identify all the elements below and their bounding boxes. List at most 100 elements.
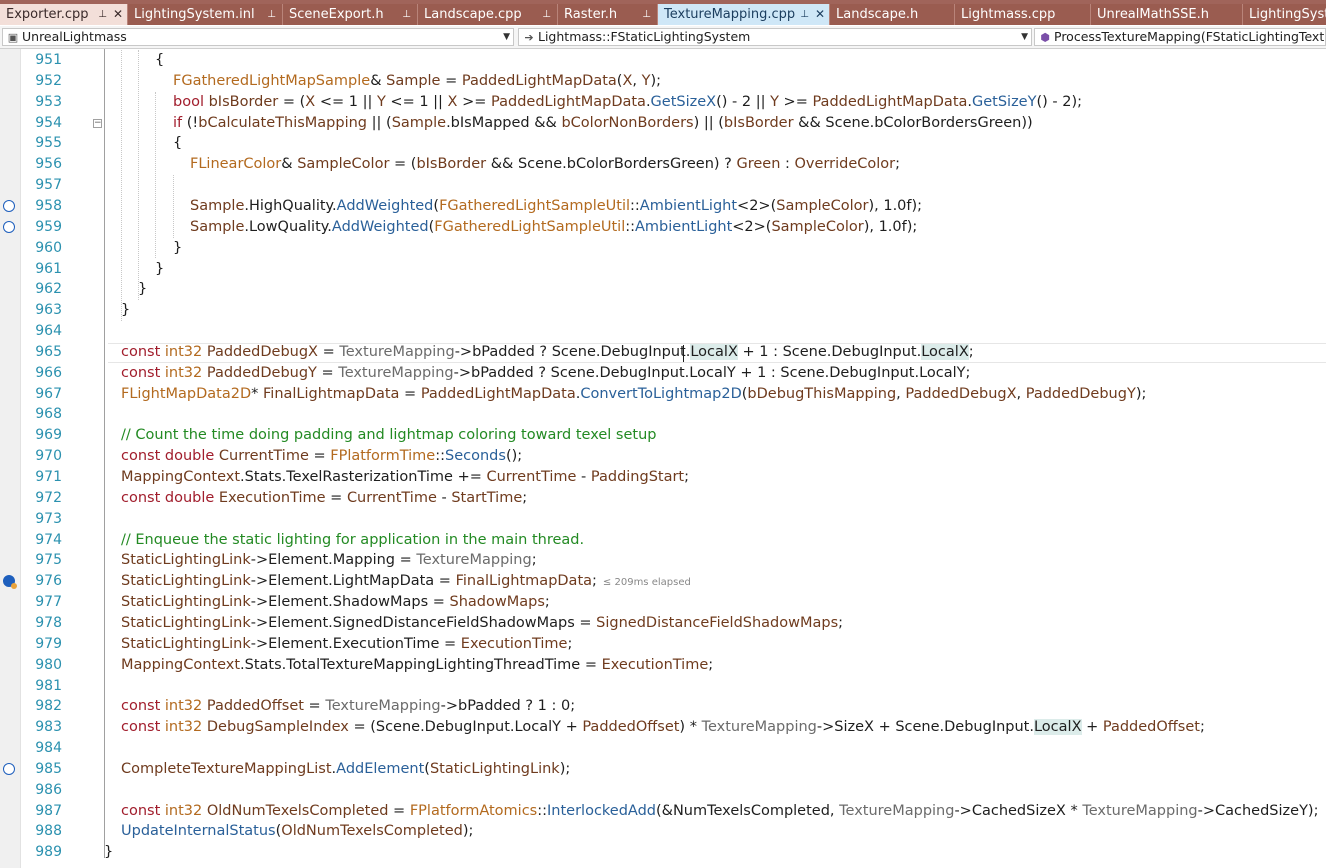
code-line: 951 { (0, 50, 1326, 71)
code-token: StaticLightingLink (121, 614, 251, 631)
code-line: 979 StaticLightingLink->Element.Execution… (0, 634, 1326, 655)
tab-unrealmathsse-h[interactable]: UnrealMathSSE.h (1091, 4, 1243, 25)
code-token: >= (778, 93, 813, 110)
code-token: TextureMapping (338, 364, 454, 381)
code-line: 983 const int32 DebugSampleIndex = (Scene… (0, 717, 1326, 738)
tab-landscape-h[interactable]: Landscape.h (830, 4, 955, 25)
code-token: } (155, 260, 165, 277)
code-token: StaticLightingLink (121, 594, 251, 611)
code-token: ; (522, 489, 528, 506)
code-token: AddWeighted (336, 197, 434, 214)
code-token: OverrideColor (794, 156, 896, 173)
code-token: { (155, 52, 165, 68)
close-icon[interactable]: ✕ (815, 4, 825, 25)
code-text: const int32 DebugSampleIndex = (Scene.De… (121, 717, 1205, 738)
tab-lightmass-cpp[interactable]: Lightmass.cpp (955, 4, 1091, 25)
collapse-icon[interactable]: − (93, 118, 102, 128)
code-token: = (440, 72, 462, 89)
line-number: 978 (35, 614, 62, 631)
code-text: StaticLightingLink->Element.Mapping = Te… (121, 550, 537, 571)
code-line: 980 MappingContext.Stats.TotalTextureMapp… (0, 655, 1326, 676)
code-line: 966 const int32 PaddedDebugY = TextureMap… (0, 363, 1326, 384)
code-line: 975 StaticLightingLink->Element.Mapping =… (0, 550, 1326, 571)
code-text: // Enqueue the static lighting for appli… (121, 530, 584, 551)
member-dropdown[interactable]: ⬢ ProcessTextureMapping(FStaticLightingTe… (1034, 28, 1326, 46)
code-token: int32 (164, 698, 207, 715)
code-text: } (138, 279, 147, 300)
code-line: 968 (0, 404, 1326, 425)
code-token: StaticLightingLink (121, 552, 251, 569)
code-line: 973 (0, 509, 1326, 530)
code-token: const (121, 448, 165, 465)
tab-lightingsyste[interactable]: LightingSyste (1243, 4, 1326, 25)
code-token: ), 1.0f); (868, 197, 923, 214)
code-line: 967 FLightMapData2D* FinalLightmapData = … (0, 384, 1326, 405)
code-token: = (303, 698, 326, 715)
close-icon[interactable]: ✕ (113, 4, 123, 25)
code-token: && Scene.bColorBordersGreen) ? (486, 156, 737, 173)
line-number: 986 (35, 781, 62, 798)
code-token: - (576, 469, 591, 485)
pin-icon[interactable]: ⊥ (642, 4, 651, 25)
line-number: 965 (35, 343, 62, 360)
code-token: & (370, 72, 387, 89)
line-number: 951 (35, 52, 62, 68)
breakpoint-icon[interactable] (3, 220, 15, 233)
code-token: = ( (389, 156, 417, 173)
scope-dropdown[interactable]: ➔ Lightmass::FStaticLightingSystem ▼ (518, 28, 1032, 46)
current-breakpoint-icon[interactable] (3, 575, 17, 590)
tab-exporter-cpp[interactable]: Exporter.cpp ⊥ ✕ (0, 4, 128, 25)
code-editor[interactable]: 951{952 FGatheredLightMapSample& Sample =… (0, 49, 1326, 868)
pin-icon[interactable]: ⊥ (402, 4, 411, 25)
code-token: int32 (164, 364, 207, 381)
line-number: 975 (35, 552, 62, 569)
line-number: 954 (35, 114, 62, 131)
code-line: 976 StaticLightingLink->Element.LightMapD… (0, 571, 1326, 592)
code-token: :: (630, 197, 640, 214)
code-text: FGatheredLightMapSample& Sample = Padded… (173, 71, 661, 92)
tab-texturemapping-cpp[interactable]: TextureMapping.cpp ⊥ ✕ (658, 4, 830, 25)
code-token: CurrentTime (486, 469, 577, 485)
pin-icon[interactable]: ⊥ (800, 4, 809, 25)
tab-sceneexport-h[interactable]: SceneExport.h ⊥ (283, 4, 418, 25)
breakpoint-icon[interactable] (3, 762, 15, 775)
code-token: StaticLightingLink (121, 573, 251, 590)
tab-raster-h[interactable]: Raster.h ⊥ (558, 4, 658, 25)
code-line: 988 UpdateInternalStatus(OldNumTexelsComp… (0, 821, 1326, 842)
code-token: ) || ( (693, 114, 724, 131)
code-token: , (1016, 385, 1026, 402)
line-number: 981 (35, 677, 62, 694)
code-token: StaticLightingLink (429, 760, 560, 777)
code-token: AmbientLight (635, 218, 733, 235)
code-token: ->Element.ShadowMaps = (250, 594, 450, 611)
pin-icon[interactable]: ⊥ (267, 4, 276, 25)
project-dropdown[interactable]: ▣ UnrealLightmass ▼ (2, 28, 514, 46)
code-token: || ( (367, 114, 392, 131)
line-number: 968 (35, 406, 62, 423)
code-token: ); (1135, 385, 1147, 402)
line-number: 961 (35, 260, 62, 277)
code-token: X (305, 93, 316, 110)
code-token: : (780, 156, 795, 173)
code-text: FLightMapData2D* FinalLightmapData = Pad… (121, 384, 1146, 405)
code-token: GetSizeX (650, 93, 717, 110)
code-token: Green (736, 156, 781, 173)
code-text: bool bIsBorder = (X <= 1 || Y <= 1 || X … (173, 92, 1082, 113)
breakpoint-icon[interactable] (3, 199, 15, 212)
tab-lightingsystem-inl[interactable]: LightingSystem.inl ⊥ (128, 4, 283, 25)
navigation-bar: ▣ UnrealLightmass ▼ ➔ Lightmass::FStaticLi… (0, 26, 1326, 49)
code-token: FLightMapData2D (121, 385, 252, 402)
tab-landscape-cpp[interactable]: Landscape.cpp ⊥ (418, 4, 558, 25)
pin-icon[interactable]: ⊥ (98, 4, 107, 25)
code-line: 953 bool bIsBorder = (X <= 1 || Y <= 1 ||… (0, 92, 1326, 113)
indent-guide (138, 50, 139, 301)
code-token: - (436, 489, 452, 506)
line-number: 987 (35, 802, 62, 819)
code-token: <2>( (732, 218, 772, 235)
code-token: StartTime (451, 489, 523, 506)
code-line: 970 const double CurrentTime = FPlatformT… (0, 446, 1326, 467)
pin-icon[interactable]: ⊥ (542, 4, 551, 25)
code-token: = (388, 802, 410, 819)
code-token: ); (650, 72, 662, 89)
code-token: // Count the time doing padding and ligh… (121, 427, 657, 444)
